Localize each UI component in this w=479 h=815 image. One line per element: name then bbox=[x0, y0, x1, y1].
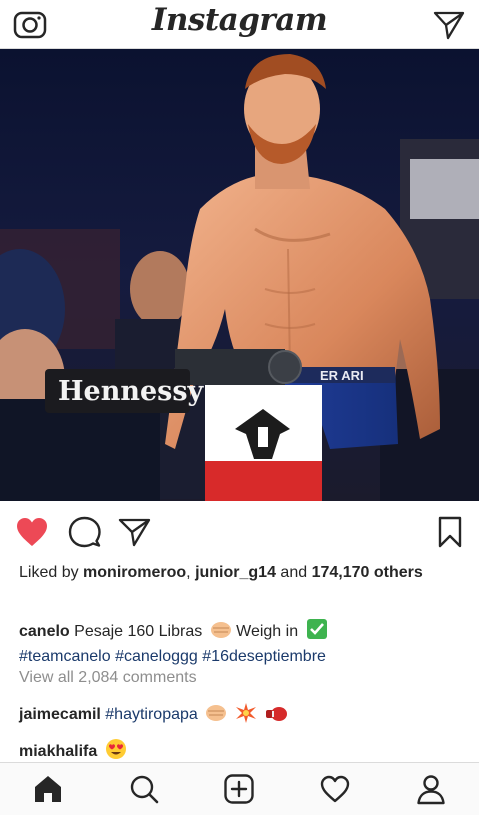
post-photo[interactable]: ER ARI Hennessy bbox=[0, 49, 479, 501]
sponsor-text: Hennessy bbox=[58, 376, 205, 407]
comment-username[interactable]: miakhalifa bbox=[19, 743, 97, 760]
hashtag-link[interactable]: #16deseptiembre bbox=[202, 648, 326, 665]
caption-text: Pesaje 160 Libras bbox=[74, 623, 203, 640]
top-bar: Instagram bbox=[0, 0, 479, 49]
home-icon[interactable] bbox=[32, 773, 64, 805]
likes-separator: , bbox=[186, 564, 196, 581]
fist-emoji-icon bbox=[205, 703, 227, 729]
caption-username[interactable]: canelo bbox=[19, 623, 70, 640]
bookmark-icon[interactable] bbox=[432, 514, 468, 550]
direct-message-icon[interactable] bbox=[431, 7, 467, 41]
likes-and: and bbox=[275, 564, 312, 581]
liked-user-link[interactable]: moniromeroo bbox=[83, 564, 186, 581]
share-icon[interactable] bbox=[117, 514, 153, 550]
profile-icon[interactable] bbox=[415, 773, 447, 805]
likes-count[interactable]: 174,170 bbox=[312, 564, 370, 581]
check-mark-emoji-icon bbox=[306, 618, 328, 646]
boxing-glove-emoji-icon bbox=[264, 705, 288, 729]
comment-icon[interactable] bbox=[66, 514, 102, 550]
comment-hashtag-link[interactable]: #haytiropapa bbox=[105, 706, 198, 723]
likes-summary: Liked by moniromeroo, junior_g14 and 174… bbox=[19, 563, 459, 583]
collision-emoji-icon bbox=[235, 703, 257, 729]
liked-user-link[interactable]: junior_g14 bbox=[195, 564, 276, 581]
post-caption: canelo Pesaje 160 Libras Weigh in #teamc… bbox=[19, 618, 464, 667]
activity-heart-icon[interactable] bbox=[319, 773, 351, 805]
comment-item: jaimecamil #haytiropapa bbox=[19, 703, 288, 729]
heart-icon[interactable] bbox=[14, 514, 50, 550]
fist-emoji-icon bbox=[210, 620, 232, 646]
shorts-text: ER ARI bbox=[320, 368, 364, 383]
likes-prefix: Liked by bbox=[19, 564, 84, 581]
hashtag-link[interactable]: #caneloggg bbox=[115, 648, 198, 665]
hashtag-link[interactable]: #teamcanelo bbox=[19, 648, 111, 665]
view-all-comments-link[interactable]: View all 2,084 comments bbox=[19, 669, 197, 687]
new-post-icon[interactable] bbox=[223, 773, 255, 805]
caption-text-2: Weigh in bbox=[236, 623, 299, 640]
search-icon[interactable] bbox=[128, 773, 160, 805]
bottom-navigation bbox=[0, 762, 479, 815]
likes-others[interactable]: others bbox=[369, 564, 423, 581]
post-actions bbox=[0, 508, 479, 556]
instagram-logo: Instagram bbox=[151, 2, 328, 38]
comment-username[interactable]: jaimecamil bbox=[19, 706, 101, 723]
